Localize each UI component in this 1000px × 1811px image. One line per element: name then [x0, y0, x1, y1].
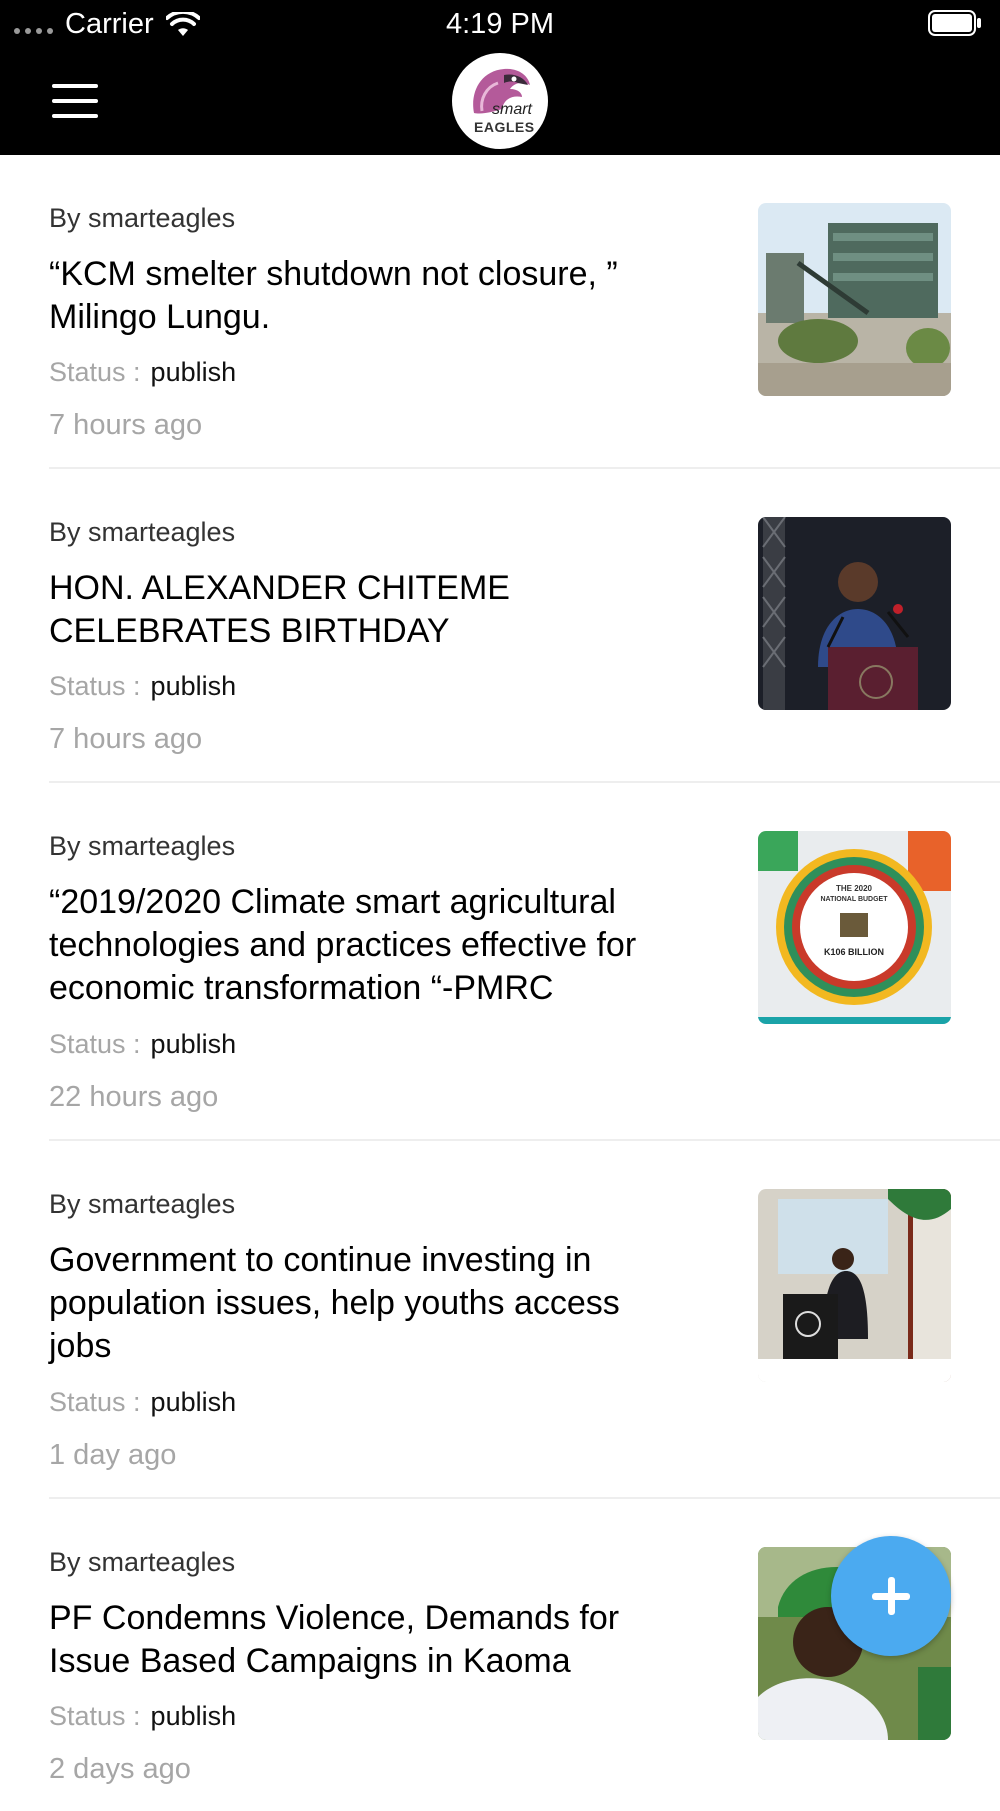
- post-author: By smarteagles: [49, 203, 236, 233]
- battery-icon: [928, 10, 981, 36]
- post-title[interactable]: HON. ALEXANDER CHITEME CELEBRATES BIRTHD…: [49, 567, 729, 653]
- app-logo: smart EAGLES: [452, 53, 548, 149]
- svg-text:THE 2020: THE 2020: [836, 884, 873, 893]
- status-bar: Carrier 4:19 PM: [0, 0, 1000, 50]
- post-item[interactable]: By smarteagles “KCM smelter shutdown not…: [49, 155, 1000, 469]
- post-status: Status : publish: [49, 1029, 237, 1059]
- post-time: 7 hours ago: [49, 409, 203, 441]
- hamburger-icon: [52, 84, 98, 88]
- post-author: By smarteagles: [49, 1189, 236, 1219]
- post-thumbnail-smelter[interactable]: [758, 203, 951, 396]
- post-title[interactable]: “2019/2020 Climate smart agricultural te…: [49, 881, 729, 1010]
- post-title[interactable]: PF Condemns Violence, Demands for Issue …: [49, 1597, 729, 1683]
- smelter-image: [758, 203, 951, 396]
- svg-text:NATIONAL BUDGET: NATIONAL BUDGET: [820, 896, 888, 903]
- post-thumbnail-budget[interactable]: THE 2020 NATIONAL BUDGET K106 BILLION: [758, 831, 951, 1024]
- menu-button[interactable]: [52, 80, 98, 122]
- svg-text:K106 BILLION: K106 BILLION: [824, 947, 884, 957]
- speaker-image: [758, 517, 951, 710]
- post-status: Status : publish: [49, 671, 237, 701]
- conference-image: [758, 1189, 951, 1382]
- post-item[interactable]: By smarteagles “2019/2020 Climate smart …: [49, 783, 1000, 1141]
- post-status: Status : publish: [49, 1387, 237, 1417]
- post-time: 2 days ago: [49, 1753, 191, 1785]
- logo-text-smart: smart: [492, 101, 532, 118]
- logo-text-eagles: EAGLES: [474, 119, 535, 135]
- app-header: smart EAGLES: [0, 50, 1000, 155]
- post-item[interactable]: By smarteagles HON. ALEXANDER CHITEME CE…: [49, 469, 1000, 783]
- post-author: By smarteagles: [49, 831, 236, 861]
- post-time: 22 hours ago: [49, 1081, 219, 1113]
- post-status: Status : publish: [49, 357, 237, 387]
- post-status: Status : publish: [49, 1701, 237, 1731]
- post-title[interactable]: Government to continue investing in popu…: [49, 1239, 729, 1368]
- post-thumbnail-conference[interactable]: [758, 1189, 951, 1382]
- clock: 4:19 PM: [446, 8, 554, 40]
- post-time: 1 day ago: [49, 1439, 177, 1471]
- post-author: By smarteagles: [49, 1547, 236, 1577]
- post-title[interactable]: “KCM smelter shutdown not closure, ” Mil…: [49, 253, 729, 339]
- add-post-button[interactable]: [831, 1536, 951, 1656]
- post-item[interactable]: By smarteagles Government to continue in…: [49, 1141, 1000, 1499]
- budget-image: THE 2020 NATIONAL BUDGET K106 BILLION: [758, 831, 951, 1024]
- post-thumbnail-speaker[interactable]: [758, 517, 951, 710]
- post-time: 7 hours ago: [49, 723, 203, 755]
- post-author: By smarteagles: [49, 517, 236, 547]
